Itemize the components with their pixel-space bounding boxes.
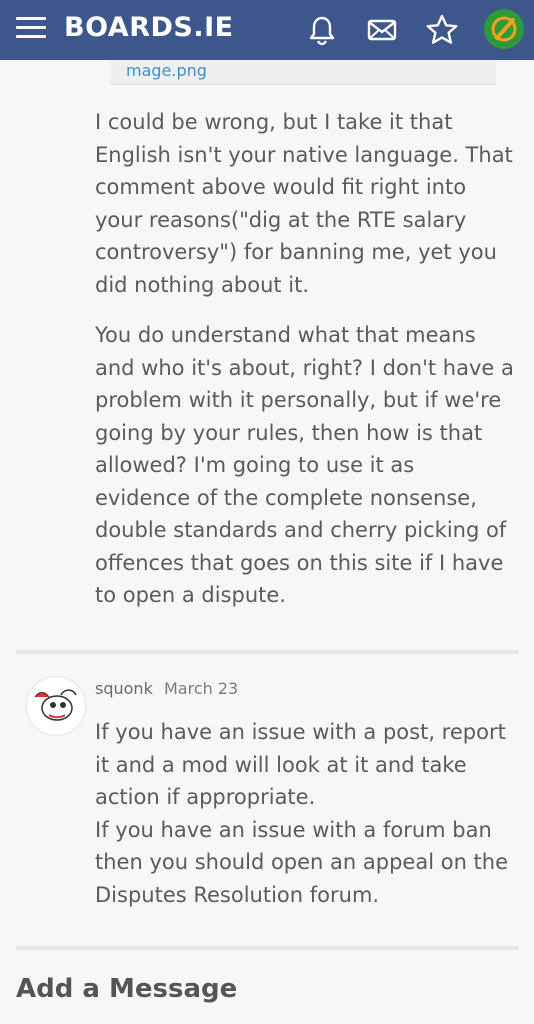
- post-date[interactable]: March 23: [164, 679, 238, 698]
- quote-paragraph: I could be wrong, but I take it that Eng…: [95, 110, 513, 297]
- bell-icon[interactable]: [304, 12, 340, 48]
- add-message-heading: Add a Message: [16, 974, 238, 1004]
- post-line: If you have an issue with a post, report…: [95, 720, 506, 809]
- user-avatar[interactable]: [484, 9, 524, 49]
- author-avatar[interactable]: [26, 676, 86, 736]
- post-divider: [16, 650, 518, 654]
- mail-icon[interactable]: [364, 12, 400, 48]
- site-logo[interactable]: BOARDS.IE: [64, 12, 234, 43]
- reply-post-body: If you have an issue with a post, report…: [95, 716, 515, 911]
- post-divider: [16, 946, 518, 950]
- post-author[interactable]: squonk: [95, 679, 153, 698]
- attachment-name[interactable]: mage.png: [126, 61, 207, 80]
- top-bar: BOARDS.IE: [0, 0, 534, 60]
- menu-icon[interactable]: [16, 17, 46, 41]
- attachment-link[interactable]: mage.png: [110, 60, 496, 85]
- post-line: If you have an issue with a forum ban th…: [95, 817, 509, 907]
- quoted-post: I could be wrong, but I take it that Eng…: [95, 106, 515, 630]
- quote-paragraph: You do understand what that means and wh…: [95, 323, 514, 607]
- star-icon[interactable]: [424, 12, 460, 48]
